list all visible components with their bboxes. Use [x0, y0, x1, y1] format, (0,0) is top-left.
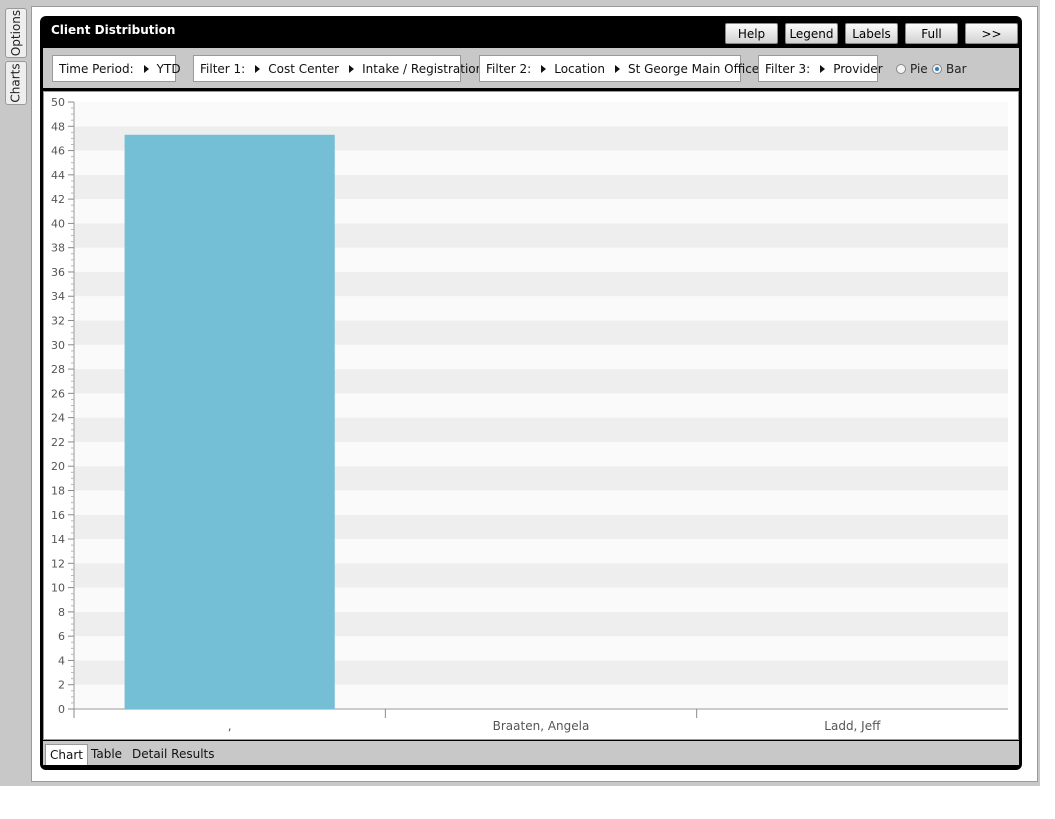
- help-button[interactable]: Help: [725, 23, 778, 44]
- y-tick-label: 40: [51, 217, 65, 230]
- y-tick-label: 30: [51, 339, 65, 352]
- bar: [124, 134, 335, 709]
- filter-3-selector[interactable]: Filter 3: Provider: [758, 55, 883, 82]
- caret-right-icon: [349, 64, 355, 73]
- options-side-tab-label: Options: [9, 9, 23, 57]
- y-tick-label: 44: [51, 169, 65, 182]
- charts-side-tab[interactable]: Charts: [5, 61, 27, 105]
- y-tick-label: 14: [51, 533, 65, 546]
- view-tabs: Chart Table Detail Results: [43, 741, 1019, 765]
- x-tick-label: ,: [228, 719, 232, 733]
- y-tick-label: 48: [51, 120, 65, 133]
- y-tick-label: 6: [58, 630, 65, 643]
- time-period-value: YTD: [156, 61, 181, 76]
- caret-right-icon: [541, 64, 547, 73]
- filter-3-label: Filter 3:: [765, 61, 811, 76]
- filter-1-selector[interactable]: Filter 1: Cost Center Intake / Registrat…: [193, 55, 483, 82]
- caret-right-icon: [614, 64, 620, 73]
- filter-2-level-2: St George Main Office: [627, 61, 760, 76]
- x-tick-label: Braaten, Angela: [493, 719, 590, 733]
- y-tick-label: 46: [51, 145, 65, 158]
- full-button[interactable]: Full: [905, 23, 958, 44]
- filter-bar: Time Period: YTD Filter 1: Cost Center I…: [43, 48, 1019, 88]
- tab-chart[interactable]: Chart: [45, 744, 88, 765]
- y-tick-label: 34: [51, 290, 65, 303]
- filter-1-label: Filter 1:: [200, 61, 246, 76]
- chart-band: [74, 102, 1008, 127]
- y-tick-label: 2: [58, 679, 65, 692]
- y-tick-label: 26: [51, 387, 65, 400]
- filter-1-level-1: Cost Center: [268, 61, 340, 76]
- y-tick-label: 0: [58, 703, 65, 716]
- bar-radio-label: Bar: [946, 62, 967, 76]
- chart-area: 0 2 4 6 8 10 12 14 16 18 20 22 24 26 28 30 32 34 36 38 40 42 4…: [43, 91, 1019, 740]
- bar-option[interactable]: Bar: [932, 62, 967, 76]
- app-frame: Options Charts Client Distribution Help …: [0, 0, 1040, 786]
- y-tick-label: 20: [51, 460, 65, 473]
- y-tick-label: 12: [51, 557, 65, 570]
- pie-option[interactable]: Pie: [896, 62, 928, 76]
- filter-2-label: Filter 2:: [486, 61, 532, 76]
- filter-2-level-1: Location: [554, 61, 605, 76]
- y-tick-label: 36: [51, 266, 65, 279]
- chart-panel: Client Distribution Help Legend Labels F…: [40, 16, 1022, 770]
- filter-2-selector[interactable]: Filter 2: Location St George Main Office: [479, 55, 759, 82]
- tab-detail-results[interactable]: Detail Results: [128, 744, 219, 764]
- caret-right-icon: [255, 64, 261, 73]
- bar-radio[interactable]: [932, 64, 942, 74]
- y-tick-label: 8: [58, 606, 65, 619]
- y-tick-label: 50: [51, 96, 65, 109]
- x-tick-label: Ladd, Jeff: [824, 719, 881, 733]
- filter-1-level-2: Intake / Registration: [362, 61, 484, 76]
- filter-3-level-1: Provider: [833, 61, 883, 76]
- caret-right-icon: [820, 64, 826, 73]
- y-tick-label: 22: [51, 436, 65, 449]
- time-period-selector[interactable]: Time Period: YTD: [52, 55, 181, 82]
- pie-radio-label: Pie: [910, 62, 928, 76]
- y-tick-label: 32: [51, 315, 65, 328]
- bar-chart: 0246810121416182022242628303234363840424…: [51, 96, 1008, 733]
- y-tick-label: 4: [58, 654, 65, 667]
- y-tick-label: 16: [51, 509, 65, 522]
- y-tick-label: 38: [51, 242, 65, 255]
- pie-radio[interactable]: [896, 64, 906, 74]
- y-tick-label: 24: [51, 412, 65, 425]
- caret-right-icon: [143, 64, 149, 73]
- charts-side-tab-label: Charts: [9, 63, 24, 103]
- y-tick-label: 10: [51, 582, 65, 595]
- legend-button[interactable]: Legend: [785, 23, 838, 44]
- panel-title: Client Distribution: [51, 23, 176, 37]
- tab-table[interactable]: Table: [87, 744, 126, 764]
- time-period-label: Time Period:: [59, 61, 134, 76]
- labels-button[interactable]: Labels: [845, 23, 898, 44]
- y-tick-label: 28: [51, 363, 65, 376]
- y-tick-label: 18: [51, 484, 65, 497]
- expand-button[interactable]: >>: [965, 23, 1018, 44]
- y-tick-label: 42: [51, 193, 65, 206]
- options-side-tab[interactable]: Options: [5, 8, 27, 58]
